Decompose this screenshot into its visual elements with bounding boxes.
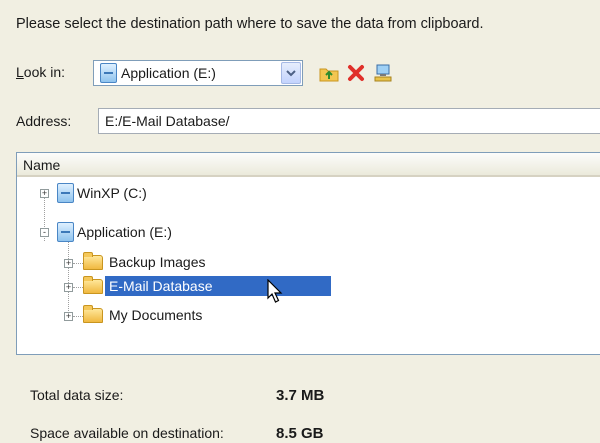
- tree-item-backup-images[interactable]: Backup Images: [83, 251, 206, 273]
- expand-icon[interactable]: +: [64, 312, 73, 321]
- drive-icon: [57, 222, 74, 242]
- delete-icon[interactable]: [345, 62, 367, 84]
- expand-icon[interactable]: +: [40, 189, 49, 198]
- address-label: Address:: [16, 113, 72, 129]
- tree-item-email-database[interactable]: E-Mail Database: [83, 275, 331, 297]
- instruction-text: Please select the destination path where…: [16, 16, 484, 32]
- look-in-label: Look in:: [16, 64, 66, 80]
- look-in-dropdown[interactable]: Application (E:): [93, 60, 303, 86]
- name-column-header[interactable]: Name: [17, 153, 600, 177]
- tree-item-winxp[interactable]: WinXP (C:): [57, 182, 147, 204]
- look-in-value: Application (E:): [121, 65, 216, 81]
- space-available-label: Space available on destination:: [30, 425, 224, 441]
- folder-icon: [83, 275, 103, 294]
- tree-item-my-documents[interactable]: My Documents: [83, 304, 202, 326]
- expand-icon[interactable]: +: [64, 283, 73, 292]
- total-data-size-label: Total data size:: [30, 387, 124, 403]
- space-available-value: 8.5 GB: [276, 425, 324, 442]
- address-field[interactable]: E:/E-Mail Database/: [98, 108, 600, 134]
- expand-icon[interactable]: +: [64, 259, 73, 268]
- folder-tree[interactable]: Name + WinXP (C:) - Application (E:) + B…: [16, 152, 600, 355]
- collapse-icon[interactable]: -: [40, 228, 49, 237]
- drive-icon: [100, 63, 117, 83]
- tree-item-application[interactable]: Application (E:): [57, 221, 172, 243]
- mouse-cursor-icon: [267, 278, 285, 310]
- folder-icon: [83, 304, 103, 323]
- network-icon[interactable]: [372, 62, 394, 84]
- chevron-down-icon[interactable]: [281, 62, 301, 84]
- folder-icon: [83, 251, 103, 270]
- drive-icon: [57, 183, 74, 203]
- up-folder-icon[interactable]: [318, 62, 340, 84]
- total-data-size-value: 3.7 MB: [276, 387, 325, 404]
